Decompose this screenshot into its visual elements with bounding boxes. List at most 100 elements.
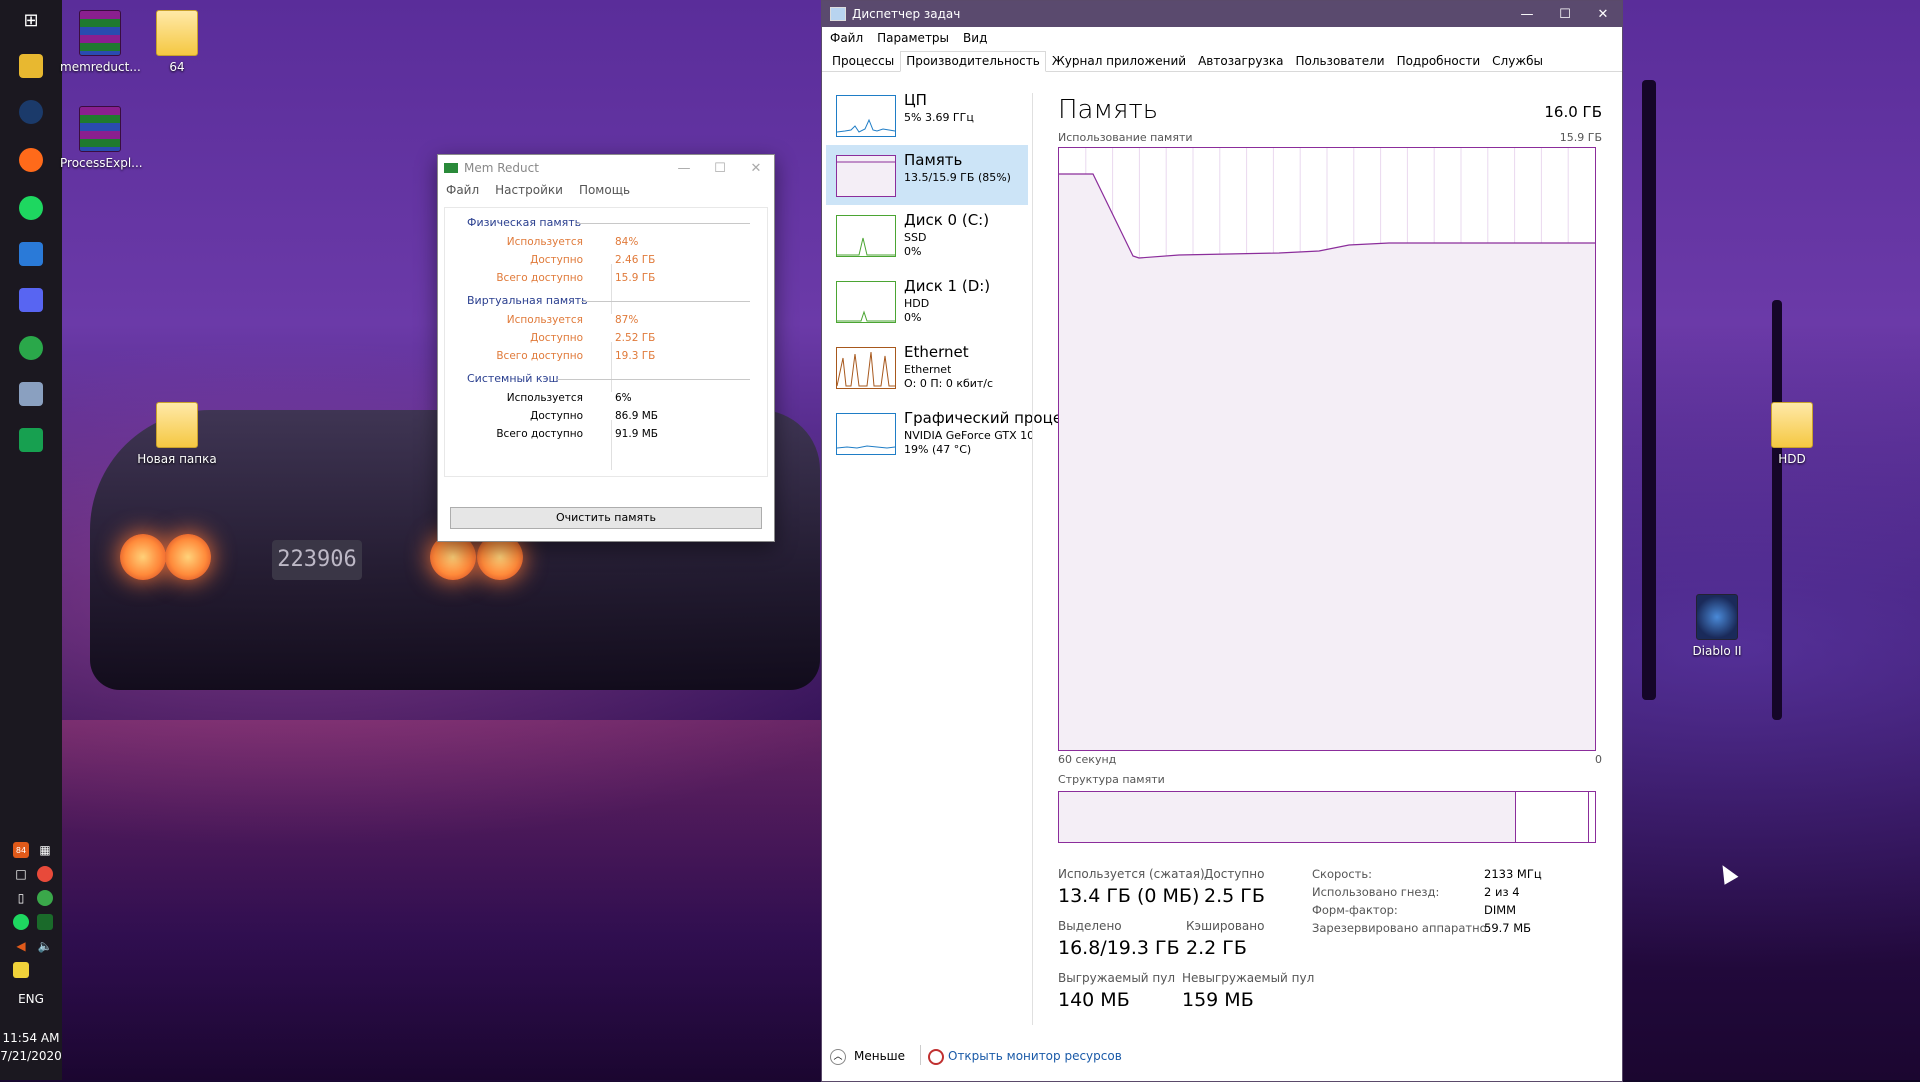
tab-processes[interactable]: Процессы [826,51,900,71]
tab-details[interactable]: Подробности [1391,51,1487,71]
file-explorer-icon[interactable] [19,54,43,78]
firefox-icon[interactable] [19,148,43,172]
memory-total: 16.0 ГБ [1544,103,1602,121]
sidebar-item-sub: Ethernet [904,363,952,376]
fewer-details-link[interactable]: Меньше [854,1049,905,1063]
menu-view[interactable]: Вид [963,31,987,47]
spotify-icon[interactable] [19,196,43,220]
taskmgr-tabs: Процессы Производительность Журнал прило… [822,51,1622,72]
taskmgr-title: Диспетчер задач [852,7,961,21]
tab-services[interactable]: Службы [1486,51,1549,71]
tab-startup[interactable]: Автозагрузка [1192,51,1289,71]
tray-utorrent-icon[interactable] [37,890,53,906]
clock-time[interactable]: 11:54 AM [0,1031,62,1045]
tray-spotify-icon[interactable] [13,914,29,930]
clean-memory-button[interactable]: Очистить память [450,507,762,529]
cpu-thumbnail [836,95,896,137]
sidebar-item-sub: 5% 3.69 ГГц [904,111,974,124]
menu-file[interactable]: Файл [830,31,863,47]
close-button[interactable]: ✕ [1584,1,1622,27]
clock-date[interactable]: 7/21/2020 [0,1049,62,1063]
sidebar-item-sub: HDD [904,297,930,310]
desktop-icon-label: Новая папка [137,452,217,466]
desktop-icon-64[interactable]: 64 [137,10,217,74]
tab-performance[interactable]: Производительность [900,51,1046,72]
sidebar-item-ethernet[interactable]: Ethernet Ethernet О: 0 П: 0 кбит/с [826,337,1028,397]
desktop-icon-hdd[interactable]: HDD [1752,402,1832,466]
tab-app-history[interactable]: Журнал приложений [1046,51,1192,71]
license-plate: 223906 [272,540,362,580]
sidebar-item-label: Диск 0 (C:) [904,211,990,229]
palm-trunk [1642,80,1656,700]
sidebar-item-gpu[interactable]: Графический процессор 0 NVIDIA GeForce G… [826,403,1112,463]
open-resource-monitor-link[interactable]: Открыть монитор ресурсов [948,1049,1122,1063]
minimize-button[interactable]: — [666,155,702,181]
steam-icon[interactable] [19,100,43,124]
sidebar-item-cpu[interactable]: ЦП 5% 3.69 ГГц [826,85,1028,145]
maximize-button[interactable]: ☐ [1546,1,1584,27]
usage-max: 15.9 ГБ [1559,131,1602,144]
stat-cached-value: 2.2 ГБ [1186,937,1247,959]
usage-label: Использование памяти [1058,131,1193,144]
menu-help[interactable]: Помощь [579,183,630,201]
group-physical-memory: Физическая память [467,216,582,229]
desktop-icon-memreduct[interactable]: memreduct... [60,10,141,74]
tail-light [120,534,166,580]
desktop-icon-diablo[interactable]: Diablo II [1677,594,1757,658]
sidebar-item-sub2: 0% [904,311,922,324]
gpu-thumbnail [836,413,896,455]
sidebar-item-label: Диск 1 (D:) [904,277,991,295]
tray-window-icon[interactable]: □ [13,866,29,882]
spec-speed-label: Скорость: [1312,867,1373,881]
sidebar-item-sub2: О: 0 П: 0 кбит/с [904,377,994,390]
spec-reserved-value: 59.7 МБ [1484,921,1532,935]
windows-start-icon[interactable]: ⊞ [19,8,43,32]
stat-paged-label: Выгружаемый пул [1058,971,1176,985]
taskmgr-logo-icon [830,7,846,21]
chevron-up-icon[interactable]: ︿ [830,1049,846,1065]
sticky-notes-icon[interactable] [13,962,29,978]
structure-label: Структура памяти [1058,773,1165,786]
sidebar-item-disk1[interactable]: Диск 1 (D:) HDD 0% [826,271,1028,331]
desktop-icon-processexplorer[interactable]: ProcessExpl... [60,106,143,170]
task-manager-icon[interactable] [19,382,43,406]
sidebar-item-memory[interactable]: Память 13.5/15.9 ГБ (85%) [826,145,1028,205]
sidebar-item-disk0[interactable]: Диск 0 (C:) SSD 0% [826,205,1028,265]
close-button[interactable]: ✕ [738,155,774,181]
stat-used-label: Используется (сжатая) [1058,867,1205,881]
task-manager-window: Диспетчер задач — ☐ ✕ Файл Параметры Вид… [821,0,1623,1082]
menu-file[interactable]: Файл [446,183,479,201]
folder-icon [1771,402,1813,448]
desktop-icon-new-folder[interactable]: Новая папка [137,402,217,466]
tray-badge-icon[interactable]: 84 [13,842,29,858]
sidebar-item-label: ЦП [904,91,927,109]
tab-users[interactable]: Пользователи [1289,51,1390,71]
menu-options[interactable]: Параметры [877,31,949,47]
taskmgr-footer: ︿ Меньше Открыть монитор ресурсов [822,1041,1622,1073]
minimize-button[interactable]: — [1508,1,1546,27]
sidebar-item-label: Память [904,151,963,169]
folder-icon [156,10,198,56]
remote-desktop-icon[interactable] [19,242,43,266]
tray-arrow-icon[interactable]: ◀ [13,938,29,954]
tray-nvidia-icon[interactable] [37,914,53,930]
memreduct-taskbar-icon[interactable] [19,428,43,452]
discord-icon[interactable] [19,288,43,312]
tray-app-icon[interactable]: ▦ [37,842,53,858]
tray-chrome-icon[interactable] [37,866,53,882]
water-reflection [62,720,822,1080]
battery-icon[interactable]: ▯ [13,890,29,906]
taskmgr-titlebar[interactable]: Диспетчер задач [822,1,1622,27]
memreduct-title: Mem Reduct [464,161,539,175]
memreduct-window: Mem Reduct — ☐ ✕ Файл Настройки Помощь Ф… [437,154,775,542]
maximize-button[interactable]: ☐ [702,155,738,181]
winrar-archive-icon [79,10,121,56]
language-indicator[interactable]: ENG [0,992,62,1006]
sidebar-item-sub: SSD [904,231,927,244]
volume-icon[interactable]: 🔈 [37,938,53,954]
spec-reserved-label: Зарезервировано аппаратно: [1312,921,1491,935]
utorrent-icon[interactable] [19,336,43,360]
desktop-icon-label: HDD [1778,452,1806,466]
menu-settings[interactable]: Настройки [495,183,563,201]
memory-usage-graph [1058,147,1596,751]
